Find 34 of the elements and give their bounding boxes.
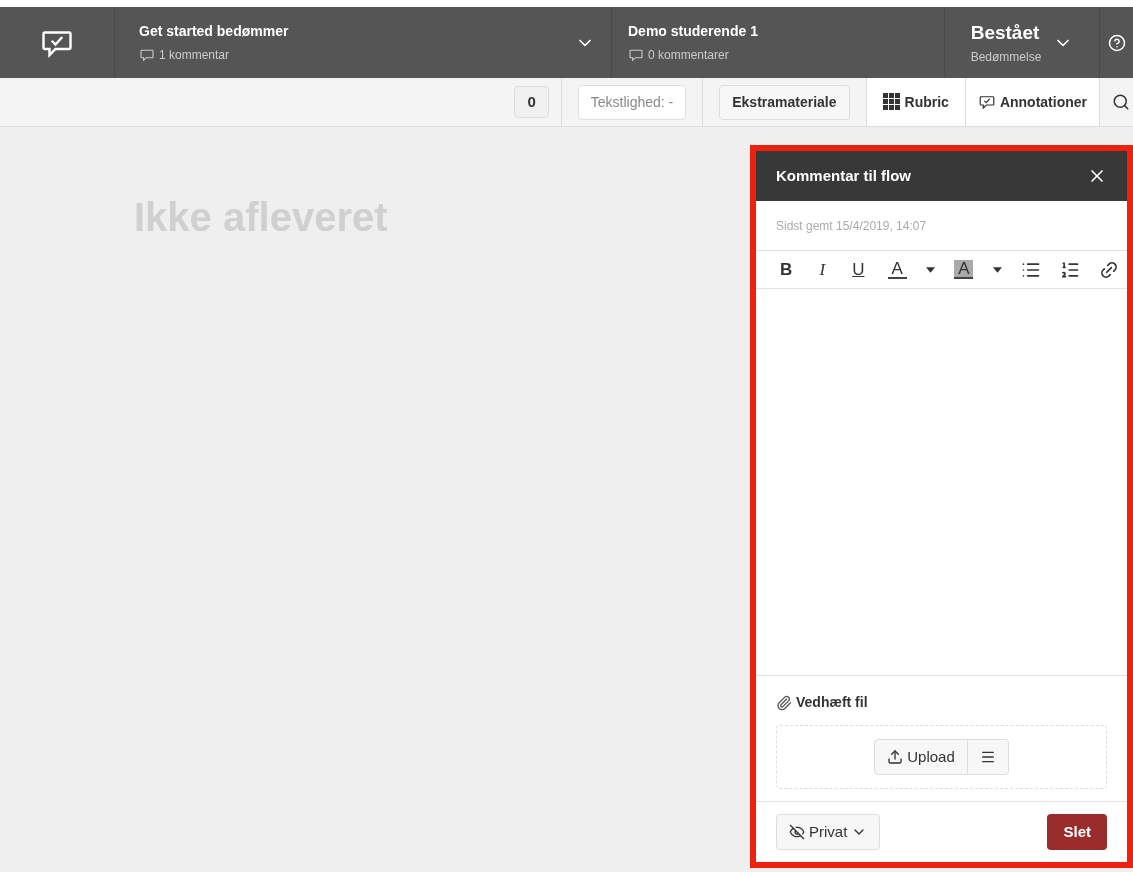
grade-value[interactable]: Bestået [970, 19, 1040, 48]
visibility-dropdown[interactable]: Privat [776, 813, 881, 851]
rubric-button[interactable]: Rubric [866, 78, 966, 126]
comment-icon [139, 47, 155, 63]
comment-check-icon [977, 93, 996, 111]
caret-icon[interactable] [926, 266, 935, 273]
caret-icon[interactable] [992, 266, 1002, 273]
similarity-button[interactable]: Tekstlighed: - [577, 84, 687, 120]
panel-title: Kommentar til flow [776, 165, 911, 186]
menu-icon [979, 749, 996, 765]
text-color-button[interactable]: A [887, 260, 907, 279]
grade-label: Bedømmelse [970, 48, 1042, 66]
underline-button[interactable]: U [848, 256, 869, 283]
italic-button[interactable]: I [815, 256, 830, 283]
comment-icon [628, 47, 644, 63]
eye-off-icon [789, 824, 805, 840]
highlight-color-button[interactable]: A [954, 260, 974, 279]
bold-button[interactable]: B [776, 256, 797, 283]
upload-dropzone[interactable]: Upload [776, 725, 1107, 789]
search-icon[interactable] [1112, 93, 1130, 111]
attach-label: Vedhæft fil [796, 693, 868, 712]
count-badge: 0 [514, 85, 549, 119]
paperclip-icon [776, 694, 792, 711]
help-icon[interactable] [1107, 33, 1126, 52]
saved-time: Sidst gemt 15/4/2019, 14:07 [776, 217, 927, 235]
assignment-title[interactable]: Get started bedømmer [139, 21, 575, 42]
delete-button[interactable]: Slet [1047, 813, 1107, 851]
extra-material-button[interactable]: Ekstramateriale [719, 84, 850, 120]
comment-count: 0 kommentarer [648, 47, 729, 64]
grid-icon [882, 93, 901, 111]
upload-icon [887, 749, 904, 765]
comment-count: 1 kommentar [159, 47, 230, 64]
student-name[interactable]: Demo studerende 1 [628, 21, 944, 42]
annotations-button[interactable]: Annotationer [965, 78, 1100, 126]
